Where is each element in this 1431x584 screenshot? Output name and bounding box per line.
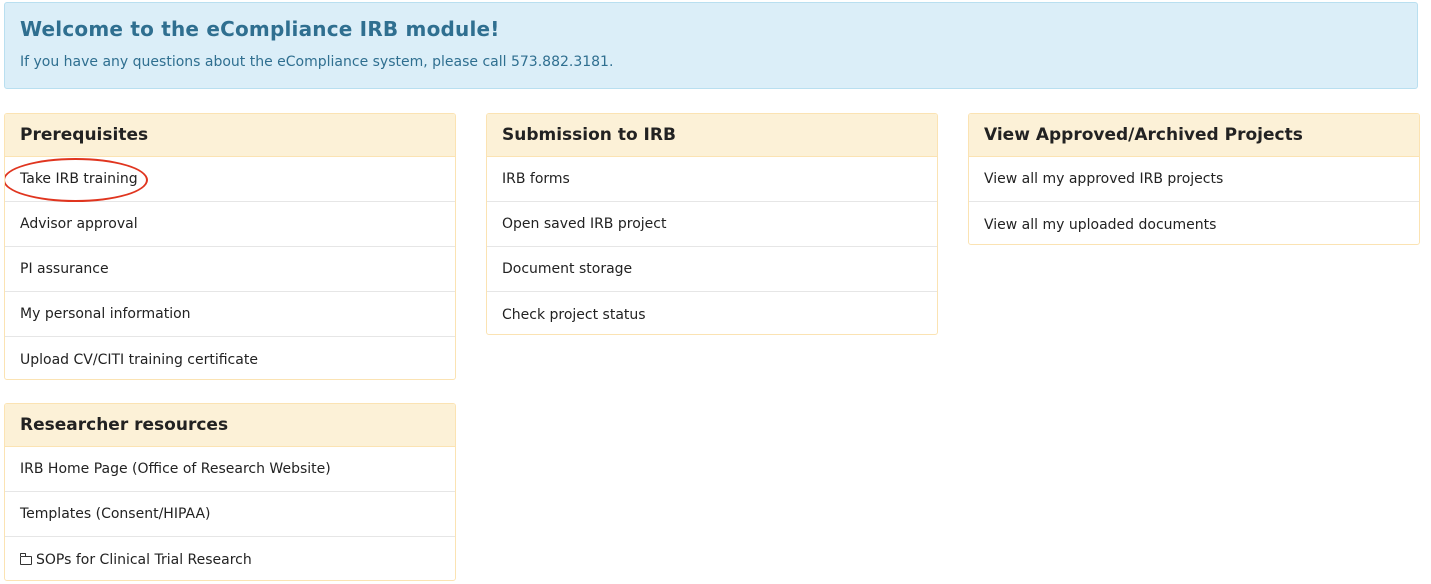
- welcome-text: If you have any questions about the eCom…: [20, 54, 614, 70]
- submission-panel: Submission to IRB IRB forms Open saved I…: [486, 113, 938, 335]
- researcher-resources-heading: Researcher resources: [5, 404, 455, 447]
- check-project-status-link[interactable]: Check project status: [487, 292, 937, 334]
- researcher-resources-panel: Researcher resources IRB Home Page (Offi…: [4, 403, 456, 581]
- irb-home-page-label: IRB Home Page (Office of Research Websit…: [20, 461, 331, 477]
- submission-heading: Submission to IRB: [487, 114, 937, 157]
- pi-assurance-label: PI assurance: [20, 261, 109, 277]
- irb-forms-label: IRB forms: [502, 171, 570, 187]
- approved-projects-panel: View Approved/Archived Projects View all…: [968, 113, 1420, 245]
- upload-cv-link[interactable]: Upload CV/CITI training certificate: [5, 337, 455, 379]
- open-saved-project-link[interactable]: Open saved IRB project: [487, 202, 937, 247]
- templates-link[interactable]: Templates (Consent/HIPAA): [5, 492, 455, 537]
- personal-information-link[interactable]: My personal information: [5, 292, 455, 337]
- document-storage-label: Document storage: [502, 261, 633, 277]
- approved-projects-heading: View Approved/Archived Projects: [969, 114, 1419, 157]
- prerequisites-heading: Prerequisites: [5, 114, 455, 157]
- sops-clinical-trial-link[interactable]: SOPs for Clinical Trial Research: [5, 537, 455, 580]
- prerequisites-panel: Prerequisites Take IRB training Advisor …: [4, 113, 456, 380]
- advisor-approval-link[interactable]: Advisor approval: [5, 202, 455, 247]
- irb-home-page-link[interactable]: IRB Home Page (Office of Research Websit…: [5, 447, 455, 492]
- pi-assurance-link[interactable]: PI assurance: [5, 247, 455, 292]
- sops-clinical-trial-label: SOPs for Clinical Trial Research: [36, 551, 252, 568]
- view-approved-projects-link[interactable]: View all my approved IRB projects: [969, 157, 1419, 202]
- view-uploaded-documents-label: View all my uploaded documents: [984, 216, 1217, 233]
- document-storage-link[interactable]: Document storage: [487, 247, 937, 292]
- welcome-alert: Welcome to the eCompliance IRB module! I…: [4, 2, 1418, 89]
- folder-icon: [19, 553, 32, 565]
- view-approved-projects-label: View all my approved IRB projects: [984, 171, 1224, 187]
- take-irb-training-link[interactable]: Take IRB training: [5, 157, 455, 202]
- personal-information-label: My personal information: [20, 306, 191, 322]
- check-project-status-label: Check project status: [502, 306, 646, 323]
- irb-forms-link[interactable]: IRB forms: [487, 157, 937, 202]
- advisor-approval-label: Advisor approval: [20, 216, 138, 232]
- open-saved-project-label: Open saved IRB project: [502, 216, 667, 232]
- upload-cv-label: Upload CV/CITI training certificate: [20, 351, 258, 368]
- welcome-title: Welcome to the eCompliance IRB module!: [20, 17, 500, 41]
- take-irb-training-label: Take IRB training: [20, 171, 138, 187]
- templates-label: Templates (Consent/HIPAA): [20, 506, 211, 522]
- view-uploaded-documents-link[interactable]: View all my uploaded documents: [969, 202, 1419, 244]
